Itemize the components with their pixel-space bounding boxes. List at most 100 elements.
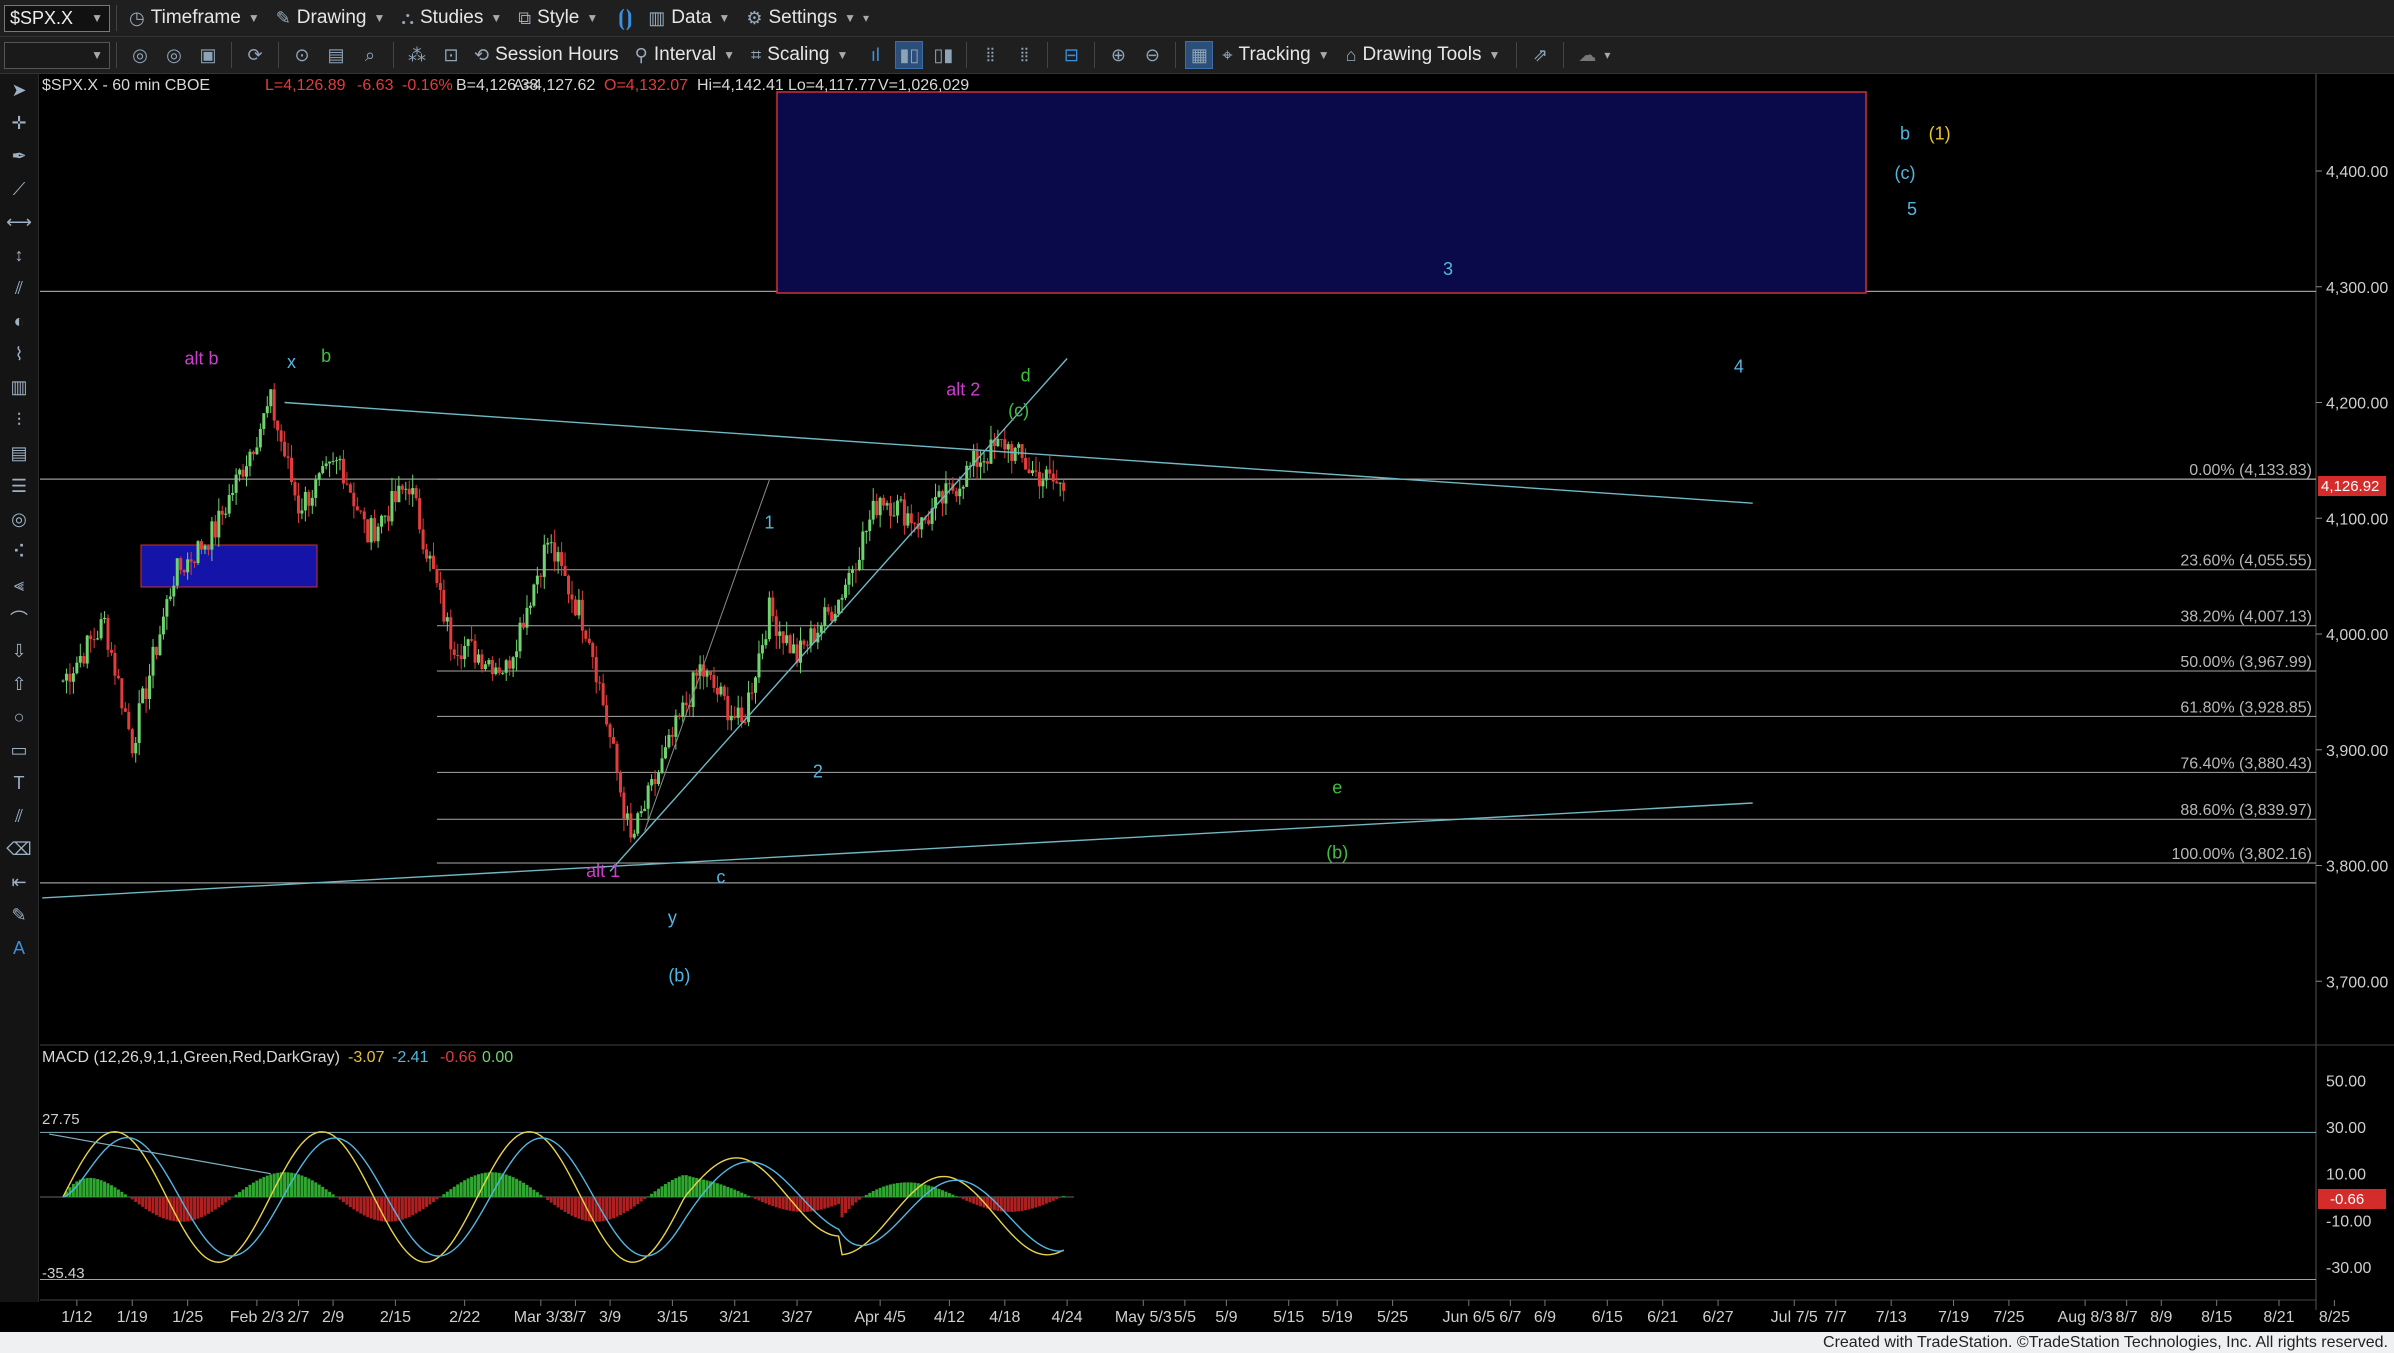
macd-histogram-bar [961, 1197, 965, 1200]
candle-body [355, 506, 359, 511]
triangle-lower-trendline [42, 802, 1753, 899]
time-tick-label: 6/21 [1647, 1309, 1678, 1326]
macd-histogram-bar [210, 1197, 214, 1212]
candle-body [722, 686, 726, 697]
candle-body [961, 486, 965, 489]
macd-histogram-bar [103, 1181, 107, 1197]
last-price: L=4,126.89 [265, 77, 346, 94]
channel-trendline [609, 358, 1068, 872]
candle-body [331, 460, 335, 462]
candle-body [625, 813, 629, 819]
candle-body [456, 654, 460, 656]
candle-body [1006, 444, 1010, 450]
wave-label: b [1900, 124, 1910, 144]
candle-body [719, 686, 723, 695]
macd-histogram-bar [570, 1197, 574, 1216]
macd-histogram-bar [618, 1197, 622, 1216]
chart-title: $SPX.X - 60 min CBOE [42, 77, 210, 94]
candle-body [241, 469, 245, 477]
candle-body [909, 513, 913, 524]
macd-histogram-bar [265, 1175, 269, 1197]
macd-histogram-bar [650, 1193, 654, 1197]
candle-body [335, 460, 339, 462]
candle-body [255, 447, 259, 455]
macd-histogram-bar [698, 1178, 702, 1197]
candle-body [470, 639, 474, 641]
candle-body [868, 519, 872, 532]
candle-body [1055, 481, 1059, 484]
candle-body [522, 622, 526, 628]
candlesticks [61, 383, 1066, 843]
candle-body [286, 456, 290, 458]
high-price: Hi=4,142.41 [697, 77, 784, 94]
fibonacci-retracement[interactable]: 0.00% (4,133.83) 23.60% (4,055.55) 38.20% … [436, 462, 2316, 864]
macd-histogram-bar [947, 1193, 951, 1197]
macd-histogram-bar [667, 1181, 671, 1197]
macd-histogram-bar [345, 1197, 349, 1205]
candle-body [248, 451, 252, 467]
candle-body [508, 660, 512, 669]
candle-body [414, 488, 418, 499]
macd-histogram-bar [504, 1174, 508, 1197]
macd-histogram-bar [868, 1192, 872, 1197]
candle-body [726, 696, 730, 721]
candle-body [397, 485, 401, 503]
trendlines[interactable] [42, 358, 1753, 899]
macd-histogram-bar [206, 1197, 210, 1214]
candle-body [82, 656, 86, 664]
macd-histogram-bar [203, 1197, 207, 1216]
candle-body [560, 552, 564, 566]
macd-upper-ref: 27.75 [42, 1111, 80, 1128]
candle-body [1024, 457, 1028, 470]
macd-histogram-bar [1041, 1197, 1045, 1206]
low-price: Lo=4,117.77 [788, 77, 876, 94]
macd-histogram-bar [681, 1175, 685, 1197]
candle-body [781, 631, 785, 644]
candle-body [985, 461, 989, 464]
candle-body [899, 499, 903, 501]
candle-body [182, 569, 186, 573]
candle-body [151, 646, 155, 676]
candle-body [272, 389, 276, 421]
candle-body [875, 500, 879, 516]
candle-body [85, 635, 89, 664]
time-tick-label: Feb 2/3 [230, 1309, 284, 1326]
price-chart[interactable]: 0.00% (4,133.83) 23.60% (4,055.55) 38.20% … [0, 0, 2394, 1332]
macd-axis-label: 30.00 [2326, 1120, 2366, 1137]
candle-body [251, 451, 255, 455]
macd-histogram-bar [736, 1191, 740, 1197]
macd-histogram-bar [96, 1179, 100, 1197]
macd-label: MACD (12,26,9,1,1,Green,Red,DarkGray) [42, 1049, 340, 1066]
candle-body [857, 559, 861, 570]
macd-histogram-bar [573, 1197, 577, 1218]
macd-histogram-bar [657, 1188, 661, 1197]
candle-body [99, 619, 103, 639]
candle-body [161, 616, 165, 635]
candle-body [407, 488, 411, 495]
candle-body [1031, 470, 1034, 474]
macd-histogram-bar [878, 1187, 882, 1197]
macd-histogram-bar [217, 1197, 221, 1208]
candle-body [224, 513, 228, 515]
candle-body [774, 616, 778, 636]
candle-body [826, 607, 830, 612]
candle-body [705, 671, 709, 677]
candle-body [203, 545, 207, 550]
candle-body [227, 495, 231, 514]
macd-histogram-bar [338, 1197, 342, 1200]
macd-histogram-bar [916, 1183, 920, 1197]
candle-body [1048, 469, 1052, 474]
macd-histogram-bar [134, 1197, 138, 1202]
time-tick-label: 3/7 [564, 1309, 586, 1326]
candle-body [123, 708, 127, 712]
macd-histogram-bar [653, 1191, 657, 1197]
candle-body [767, 597, 771, 640]
macd-histogram-bar [272, 1173, 276, 1197]
candle-body [695, 672, 699, 676]
candle-body [504, 660, 508, 673]
macd-histogram-bar [785, 1197, 789, 1211]
macd-histogram-bar [421, 1197, 425, 1210]
volume: V=1,026,029 [878, 77, 969, 94]
macd-histogram-bar [130, 1197, 134, 1200]
macd-histogram-bar [587, 1197, 591, 1222]
